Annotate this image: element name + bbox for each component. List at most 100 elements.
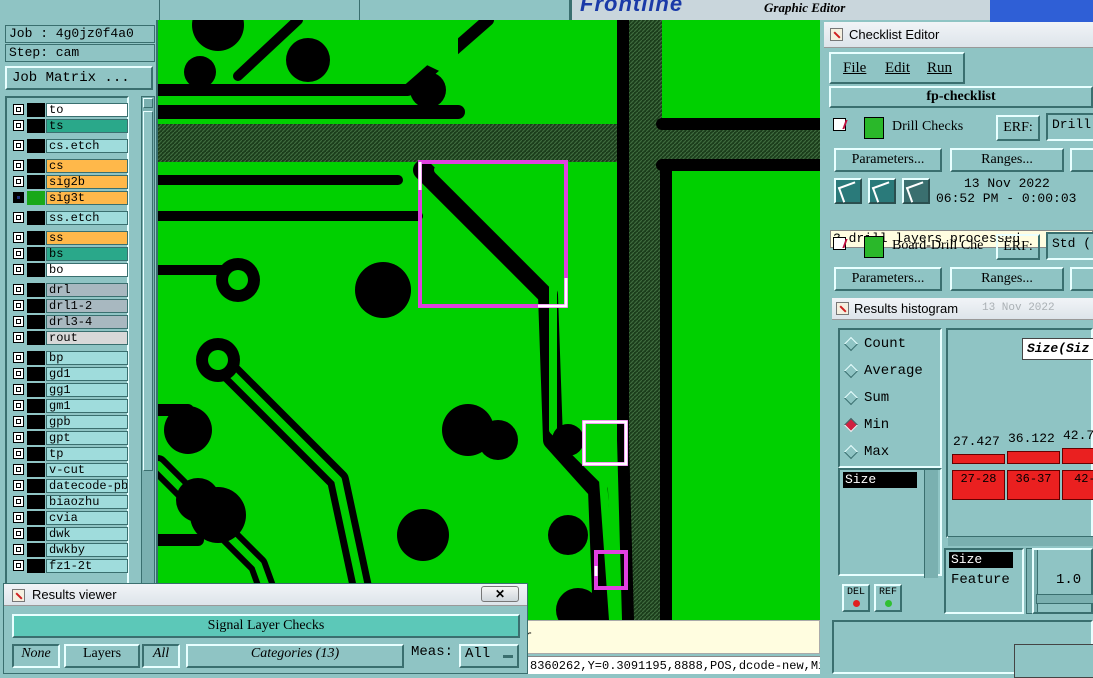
- layer-name[interactable]: tp: [46, 447, 128, 461]
- field-list-scrollbar[interactable]: [924, 470, 938, 578]
- layer-color-swatch[interactable]: [27, 119, 45, 133]
- layer-row[interactable]: sig2b: [10, 175, 128, 189]
- layer-color-swatch[interactable]: [27, 415, 45, 429]
- layer-row[interactable]: drl1-2: [10, 299, 128, 313]
- layer-name[interactable]: gpt: [46, 431, 128, 445]
- layer-color-swatch[interactable]: [27, 543, 45, 557]
- layer-row[interactable]: cvia: [10, 511, 128, 525]
- layer-row[interactable]: dwk: [10, 527, 128, 541]
- layer-checkbox[interactable]: [13, 192, 24, 203]
- layer-name[interactable]: cs: [46, 159, 128, 173]
- layer-color-swatch[interactable]: [27, 191, 45, 205]
- layer-name[interactable]: gg1: [46, 383, 128, 397]
- ranges-button[interactable]: Ranges...: [950, 148, 1064, 172]
- layer-name[interactable]: drl: [46, 283, 128, 297]
- layer-row[interactable]: ss: [10, 231, 128, 245]
- layer-name[interactable]: dwkby: [46, 543, 128, 557]
- erf-value[interactable]: Std (: [1046, 232, 1093, 260]
- checklist-editor-titlebar[interactable]: Checklist Editor: [824, 22, 1093, 48]
- layer-color-swatch[interactable]: [27, 431, 45, 445]
- layer-row[interactable]: bo: [10, 263, 128, 277]
- layer-name[interactable]: gpb: [46, 415, 128, 429]
- check-name[interactable]: Board-Drill Che: [892, 238, 983, 254]
- layer-checkbox[interactable]: [13, 212, 24, 223]
- layer-color-swatch[interactable]: [27, 447, 45, 461]
- layer-name[interactable]: cs.etch: [46, 139, 128, 153]
- layer-row[interactable]: fz1-2t: [10, 559, 128, 573]
- layer-checkbox[interactable]: [13, 544, 24, 555]
- layers-button[interactable]: Layers: [64, 644, 140, 668]
- menu-edit[interactable]: Edit: [885, 60, 910, 77]
- layer-checkbox[interactable]: [13, 248, 24, 259]
- extra-button[interactable]: [1070, 148, 1093, 172]
- layer-color-swatch[interactable]: [27, 559, 45, 573]
- check-enable-checkbox[interactable]: [833, 118, 846, 131]
- sort-field-feature[interactable]: Feature: [951, 572, 1010, 588]
- layer-checkbox[interactable]: [13, 560, 24, 571]
- layer-color-swatch[interactable]: [27, 283, 45, 297]
- layer-row[interactable]: drl: [10, 283, 128, 297]
- del-button[interactable]: DEL: [842, 584, 870, 612]
- layer-checkbox[interactable]: [13, 232, 24, 243]
- scroll-thumb[interactable]: [143, 111, 153, 471]
- layer-row[interactable]: gpt: [10, 431, 128, 445]
- layer-name[interactable]: to: [46, 103, 128, 117]
- ref-button[interactable]: REF: [874, 584, 902, 612]
- layer-checkbox[interactable]: [13, 384, 24, 395]
- histogram-bar[interactable]: [952, 454, 1005, 464]
- layer-name[interactable]: gd1: [46, 367, 128, 381]
- check-enable-checkbox[interactable]: [833, 237, 846, 250]
- layer-color-swatch[interactable]: [27, 231, 45, 245]
- mode-radio-count[interactable]: Count: [843, 334, 906, 354]
- mode-radio-average[interactable]: Average: [843, 361, 923, 381]
- layer-list-scrollbar[interactable]: [141, 96, 155, 600]
- layer-row[interactable]: tp: [10, 447, 128, 461]
- layer-row[interactable]: cs: [10, 159, 128, 173]
- check-name-button[interactable]: Signal Layer Checks: [12, 614, 520, 638]
- histogram-titlebar[interactable]: Results histogram 13 Nov 2022: [832, 298, 1093, 320]
- layer-checkbox[interactable]: [13, 416, 24, 427]
- layer-checkbox[interactable]: [13, 496, 24, 507]
- layer-name[interactable]: fz1-2t: [46, 559, 128, 573]
- layer-checkbox[interactable]: [13, 352, 24, 363]
- none-button[interactable]: None: [12, 644, 60, 668]
- layer-name[interactable]: biaozhu: [46, 495, 128, 509]
- mode-radio-sum[interactable]: Sum: [843, 388, 889, 408]
- layer-color-swatch[interactable]: [27, 351, 45, 365]
- layer-row[interactable]: v-cut: [10, 463, 128, 477]
- layer-color-swatch[interactable]: [27, 495, 45, 509]
- layer-row[interactable]: gg1: [10, 383, 128, 397]
- layer-name[interactable]: ss: [46, 231, 128, 245]
- layer-color-swatch[interactable]: [27, 383, 45, 397]
- layer-row[interactable]: dwkby: [10, 543, 128, 557]
- layer-checkbox[interactable]: [13, 528, 24, 539]
- check-name[interactable]: Drill Checks: [892, 119, 963, 135]
- layer-checkbox[interactable]: [13, 432, 24, 443]
- mode-radio-min[interactable]: Min: [843, 415, 889, 435]
- layer-checkbox[interactable]: [13, 368, 24, 379]
- layer-name[interactable]: bs: [46, 247, 128, 261]
- layer-checkbox[interactable]: [13, 264, 24, 275]
- layer-color-swatch[interactable]: [27, 139, 45, 153]
- layer-name[interactable]: bp: [46, 351, 128, 365]
- layer-color-swatch[interactable]: [27, 211, 45, 225]
- layer-row[interactable]: biaozhu: [10, 495, 128, 509]
- extra-button[interactable]: [1070, 267, 1093, 291]
- layer-color-swatch[interactable]: [27, 263, 45, 277]
- results-viewer-titlebar[interactable]: Results viewer ✕: [4, 584, 527, 606]
- menu-run[interactable]: Run: [927, 60, 952, 77]
- layer-checkbox[interactable]: [13, 300, 24, 311]
- layer-checkbox[interactable]: [13, 448, 24, 459]
- categories-button[interactable]: Categories (13): [186, 644, 404, 668]
- layer-color-swatch[interactable]: [27, 527, 45, 541]
- layer-row[interactable]: gd1: [10, 367, 128, 381]
- layer-row[interactable]: gm1: [10, 399, 128, 413]
- layer-row[interactable]: ts: [10, 119, 128, 133]
- run-tool-icon[interactable]: [834, 178, 862, 204]
- layer-name[interactable]: dwk: [46, 527, 128, 541]
- histogram-bar[interactable]: [1007, 451, 1060, 464]
- layer-row[interactable]: datecode-pbo: [10, 479, 128, 493]
- layer-checkbox[interactable]: [13, 160, 24, 171]
- layer-color-swatch[interactable]: [27, 315, 45, 329]
- layer-row[interactable]: rout: [10, 331, 128, 345]
